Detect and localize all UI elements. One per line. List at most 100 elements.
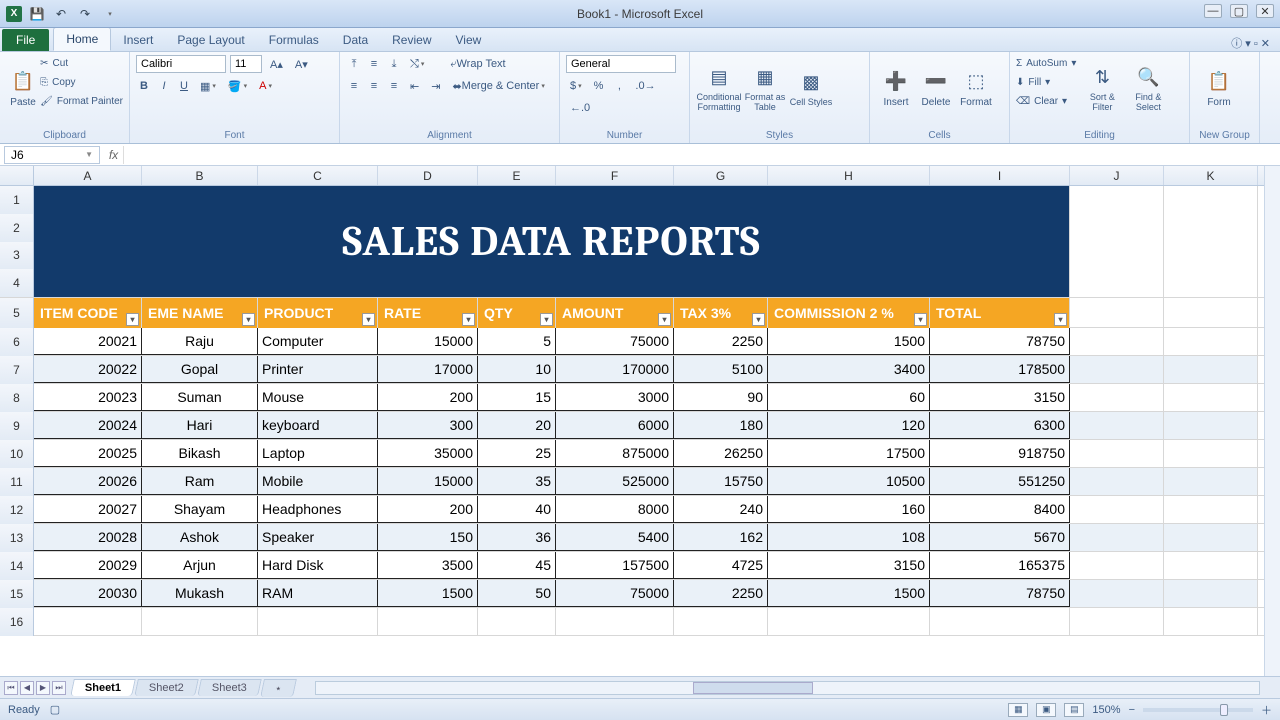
border-button[interactable]: ▦ bbox=[196, 77, 220, 95]
row-header[interactable]: 7 bbox=[0, 356, 34, 384]
normal-view-icon[interactable]: ▦ bbox=[1008, 703, 1028, 717]
column-header-F[interactable]: F bbox=[556, 166, 674, 185]
data-cell[interactable]: 45 bbox=[478, 552, 556, 579]
insert-cells-button[interactable]: ➕Insert bbox=[876, 55, 916, 121]
align-middle-icon[interactable]: ≡ bbox=[366, 55, 382, 73]
font-color-button[interactable]: A bbox=[255, 77, 276, 95]
sheet-tab-2[interactable]: Sheet2 bbox=[134, 679, 198, 696]
row-header[interactable]: 12 bbox=[0, 496, 34, 524]
horizontal-scrollbar[interactable] bbox=[315, 681, 1260, 695]
filter-dropdown-icon[interactable]: ▾ bbox=[242, 313, 255, 326]
cell[interactable] bbox=[1164, 412, 1258, 439]
cell[interactable] bbox=[1164, 524, 1258, 551]
cell[interactable] bbox=[1164, 552, 1258, 579]
data-cell[interactable]: Shayam bbox=[142, 496, 258, 523]
row-header[interactable]: 13 bbox=[0, 524, 34, 552]
filter-dropdown-icon[interactable]: ▾ bbox=[752, 313, 765, 326]
cell[interactable] bbox=[1164, 384, 1258, 411]
decrease-decimal-icon[interactable]: ←.0 bbox=[566, 99, 594, 117]
filter-dropdown-icon[interactable]: ▾ bbox=[126, 313, 139, 326]
data-cell[interactable]: Suman bbox=[142, 384, 258, 411]
column-header-K[interactable]: K bbox=[1164, 166, 1258, 185]
minimize-button[interactable]: — bbox=[1204, 4, 1222, 18]
data-cell[interactable]: 10500 bbox=[768, 468, 930, 495]
data-cell[interactable]: 20 bbox=[478, 412, 556, 439]
increase-font-icon[interactable]: A▴ bbox=[266, 55, 287, 73]
data-cell[interactable]: 50 bbox=[478, 580, 556, 607]
data-cell[interactable]: 5100 bbox=[674, 356, 768, 383]
data-cell[interactable]: 3000 bbox=[556, 384, 674, 411]
data-cell[interactable]: 78750 bbox=[930, 328, 1070, 355]
data-cell[interactable]: 15000 bbox=[378, 328, 478, 355]
column-header-H[interactable]: H bbox=[768, 166, 930, 185]
select-all-corner[interactable] bbox=[0, 166, 34, 185]
data-cell[interactable]: Bikash bbox=[142, 440, 258, 467]
table-header-cell[interactable]: TAX 3%▾ bbox=[674, 298, 768, 328]
data-cell[interactable]: Printer bbox=[258, 356, 378, 383]
table-header-cell[interactable]: EME NAME▾ bbox=[142, 298, 258, 328]
cell[interactable] bbox=[1070, 186, 1164, 297]
data-cell[interactable]: Headphones bbox=[258, 496, 378, 523]
data-cell[interactable]: 25 bbox=[478, 440, 556, 467]
data-cell[interactable]: Raju bbox=[142, 328, 258, 355]
data-cell[interactable]: 200 bbox=[378, 384, 478, 411]
data-cell[interactable]: 35000 bbox=[378, 440, 478, 467]
data-cell[interactable]: 6000 bbox=[556, 412, 674, 439]
tab-file[interactable]: File bbox=[2, 29, 49, 51]
merge-center-button[interactable]: ⬌ Merge & Center bbox=[448, 77, 548, 95]
data-cell[interactable]: 20023 bbox=[34, 384, 142, 411]
cell[interactable] bbox=[768, 608, 930, 635]
column-header-D[interactable]: D bbox=[378, 166, 478, 185]
row-header[interactable]: 1 bbox=[0, 186, 34, 214]
row-header[interactable]: 8 bbox=[0, 384, 34, 412]
data-cell[interactable]: 60 bbox=[768, 384, 930, 411]
data-cell[interactable]: 5670 bbox=[930, 524, 1070, 551]
column-header-G[interactable]: G bbox=[674, 166, 768, 185]
row-header[interactable]: 4 bbox=[0, 269, 34, 297]
zoom-level[interactable]: 150% bbox=[1092, 704, 1120, 716]
spreadsheet-grid[interactable]: ABCDEFGHIJK 1234SALES DATA REPORTS5ITEM … bbox=[0, 166, 1280, 676]
data-cell[interactable]: 1500 bbox=[768, 580, 930, 607]
data-cell[interactable]: 20021 bbox=[34, 328, 142, 355]
data-cell[interactable]: 2250 bbox=[674, 580, 768, 607]
row-header[interactable]: 9 bbox=[0, 412, 34, 440]
cell[interactable] bbox=[1164, 468, 1258, 495]
sheet-nav-next-icon[interactable]: ▶ bbox=[36, 681, 50, 695]
sheet-nav-first-icon[interactable]: ⏮ bbox=[4, 681, 18, 695]
data-cell[interactable]: 875000 bbox=[556, 440, 674, 467]
cell[interactable] bbox=[1070, 298, 1164, 327]
data-cell[interactable]: Laptop bbox=[258, 440, 378, 467]
cell[interactable] bbox=[1070, 468, 1164, 495]
bold-button[interactable]: B bbox=[136, 77, 152, 95]
sheet-tab-1[interactable]: Sheet1 bbox=[70, 679, 136, 696]
data-cell[interactable]: Hari bbox=[142, 412, 258, 439]
align-left-icon[interactable]: ≡ bbox=[346, 77, 362, 95]
comma-icon[interactable]: , bbox=[611, 77, 627, 95]
data-cell[interactable]: 120 bbox=[768, 412, 930, 439]
close-button[interactable]: ✕ bbox=[1256, 4, 1274, 18]
data-cell[interactable]: Mobile bbox=[258, 468, 378, 495]
data-cell[interactable]: 20029 bbox=[34, 552, 142, 579]
data-cell[interactable]: 160 bbox=[768, 496, 930, 523]
cell[interactable] bbox=[1164, 580, 1258, 607]
data-cell[interactable]: 240 bbox=[674, 496, 768, 523]
cell[interactable] bbox=[674, 608, 768, 635]
filter-dropdown-icon[interactable]: ▾ bbox=[362, 313, 375, 326]
data-cell[interactable]: 78750 bbox=[930, 580, 1070, 607]
cell[interactable] bbox=[1164, 298, 1258, 327]
table-header-cell[interactable]: QTY▾ bbox=[478, 298, 556, 328]
align-top-icon[interactable]: ⤒ bbox=[346, 55, 362, 73]
data-cell[interactable]: 3150 bbox=[930, 384, 1070, 411]
cell[interactable] bbox=[142, 608, 258, 635]
name-box[interactable]: J6▼ bbox=[4, 146, 100, 164]
data-cell[interactable]: 157500 bbox=[556, 552, 674, 579]
conditional-formatting-button[interactable]: ▤Conditional Formatting bbox=[696, 55, 742, 121]
data-cell[interactable]: 108 bbox=[768, 524, 930, 551]
data-cell[interactable]: 3500 bbox=[378, 552, 478, 579]
table-header-cell[interactable]: COMMISSION 2 %▾ bbox=[768, 298, 930, 328]
cell[interactable] bbox=[1070, 608, 1164, 635]
data-cell[interactable]: Hard Disk bbox=[258, 552, 378, 579]
table-header-cell[interactable]: PRODUCT▾ bbox=[258, 298, 378, 328]
data-cell[interactable]: 20025 bbox=[34, 440, 142, 467]
page-layout-view-icon[interactable]: ▣ bbox=[1036, 703, 1056, 717]
